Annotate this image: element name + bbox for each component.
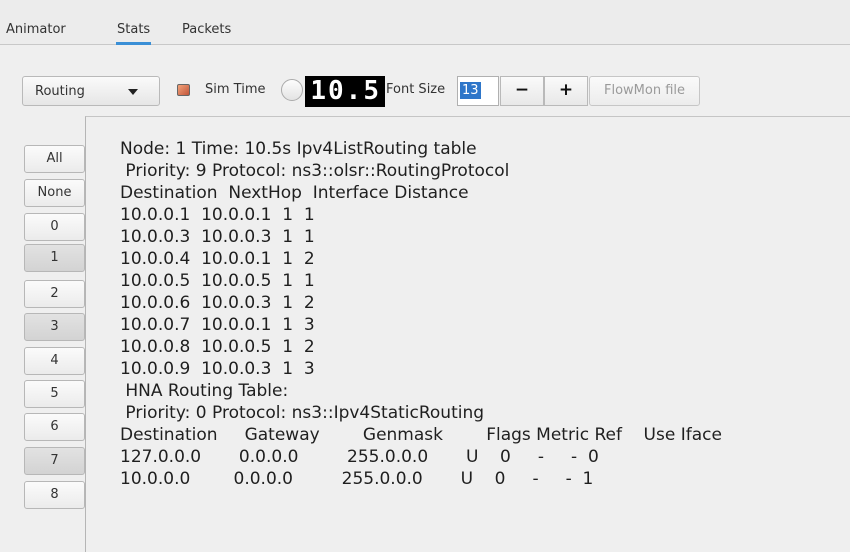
- text-line: 10.0.0.5 10.0.0.5 1 1: [120, 271, 315, 291]
- mode-select[interactable]: Routing: [22, 76, 160, 106]
- text-line: 10.0.0.8 10.0.0.5 1 2: [120, 337, 315, 357]
- text-line: 10.0.0.0 0.0.0.0 255.0.0.0 U 0 - - 1: [120, 469, 594, 489]
- routing-table-text[interactable]: Node: 1 Time: 10.5s Ipv4ListRouting tabl…: [85, 116, 850, 552]
- text-line: 10.0.0.6 10.0.0.3 1 2: [120, 293, 315, 313]
- text-line: 10.0.0.4 10.0.0.1 1 2: [120, 249, 315, 269]
- chevron-down-icon: [128, 89, 138, 95]
- tab-bar: Animator Stats Packets: [0, 0, 850, 45]
- tab-stats[interactable]: Stats: [115, 22, 152, 45]
- node-7-button[interactable]: 7: [24, 447, 85, 475]
- node-8-button[interactable]: 8: [24, 481, 85, 509]
- text-line: HNA Routing Table:: [120, 381, 289, 401]
- node-0-button[interactable]: 0: [24, 213, 85, 241]
- toolbar: Routing Sim Time 10.5 Font Size 13 − + F…: [0, 45, 850, 115]
- sim-time-label: Sim Time: [205, 82, 266, 97]
- flowmon-file-button[interactable]: FlowMon file: [589, 76, 700, 106]
- font-size-decrement-button[interactable]: −: [500, 76, 544, 106]
- node-none-button[interactable]: None: [24, 179, 85, 207]
- font-size-value: 13: [460, 82, 481, 99]
- text-line: Priority: 9 Protocol: ns3::olsr::Routing…: [120, 161, 510, 181]
- text-line: 10.0.0.9 10.0.0.3 1 3: [120, 359, 315, 379]
- text-line: 10.0.0.7 10.0.0.1 1 3: [120, 315, 315, 335]
- node-6-button[interactable]: 6: [24, 413, 85, 441]
- tab-packets[interactable]: Packets: [182, 22, 231, 37]
- text-line: Destination Gateway Genmask Flags Metric…: [120, 425, 722, 445]
- text-line: 127.0.0.0 0.0.0.0 255.0.0.0 U 0 - - 0: [120, 447, 599, 467]
- tab-animator[interactable]: Animator: [6, 22, 66, 37]
- node-3-button[interactable]: 3: [24, 313, 85, 341]
- lcd-value: 10.5: [310, 76, 381, 106]
- node-4-button[interactable]: 4: [24, 347, 85, 375]
- node-all-button[interactable]: All: [24, 145, 85, 173]
- node-2-button[interactable]: 2: [24, 280, 85, 308]
- node-1-button[interactable]: 1: [24, 244, 85, 272]
- sim-time-dial[interactable]: [281, 79, 303, 101]
- sim-time-icon: [177, 84, 190, 96]
- font-size-input[interactable]: 13: [457, 76, 499, 106]
- node-5-button[interactable]: 5: [24, 380, 85, 408]
- mode-select-value: Routing: [35, 84, 85, 99]
- text-line: Destination NextHop Interface Distance: [120, 183, 469, 203]
- text-line: Node: 1 Time: 10.5s Ipv4ListRouting tabl…: [120, 139, 477, 159]
- text-line: Priority: 0 Protocol: ns3::Ipv4StaticRou…: [120, 403, 485, 423]
- font-size-label: Font Size: [386, 82, 446, 97]
- text-line: 10.0.0.1 10.0.0.1 1 1: [120, 205, 315, 225]
- sim-time-lcd: 10.5: [305, 76, 385, 107]
- text-line: 10.0.0.3 10.0.0.3 1 1: [120, 227, 315, 247]
- font-size-increment-button[interactable]: +: [544, 76, 588, 106]
